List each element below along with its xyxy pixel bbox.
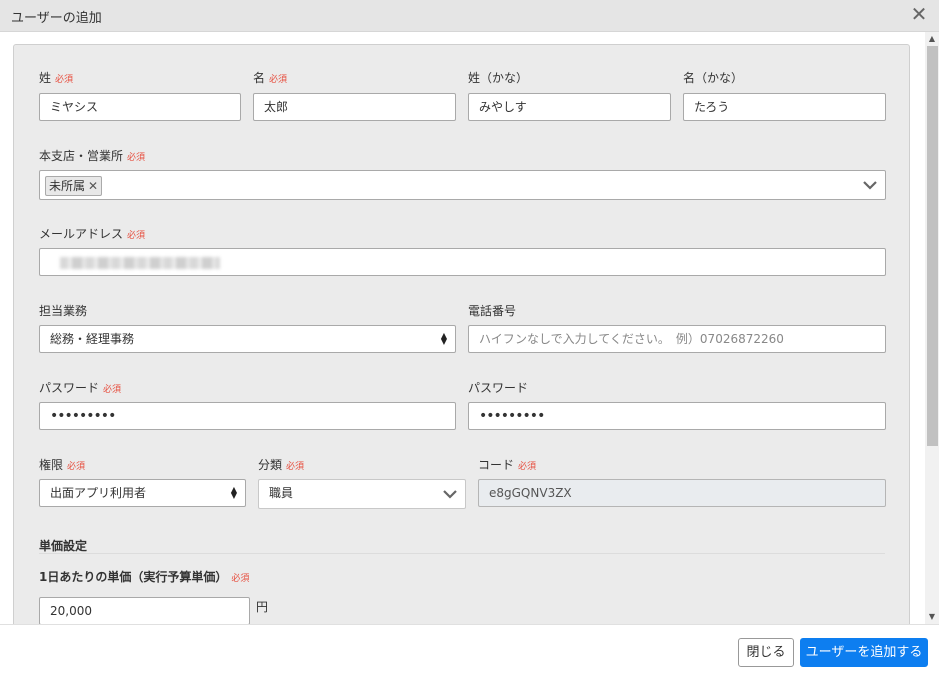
- last-name-kana-input[interactable]: みやしす: [468, 93, 671, 121]
- duty-value: 総務・経理事務: [50, 332, 135, 346]
- redacted-email: [60, 257, 220, 269]
- phone-input[interactable]: ハイフンなしで入力してください。 例）07026872260: [468, 325, 886, 353]
- password-confirm-input[interactable]: •••••••••: [468, 402, 886, 430]
- first-name-kana-input[interactable]: たろう: [683, 93, 886, 121]
- last-name-kana-label: 姓（かな）: [468, 71, 529, 85]
- dialog-title: ユーザーの追加: [11, 11, 102, 26]
- category-select[interactable]: 職員: [258, 479, 466, 509]
- password-input[interactable]: •••••••••: [39, 402, 456, 430]
- password-confirm-label: パスワード: [468, 381, 529, 395]
- branch-multiselect[interactable]: 未所属 ✕: [39, 170, 886, 200]
- scroll-up-icon[interactable]: ▲: [925, 33, 939, 45]
- updown-arrows-icon: ▲ ▼: [440, 331, 447, 346]
- section-divider: [39, 553, 885, 554]
- password-label: パスワード 必須: [39, 381, 122, 395]
- role-value: 出面アプリ利用者: [50, 486, 147, 500]
- daily-price-label: 1日あたりの単価（実行予算単価） 必須: [39, 570, 250, 584]
- last-name-input[interactable]: ミヤシス: [39, 93, 241, 121]
- email-input[interactable]: [39, 248, 886, 276]
- branch-tag: 未所属 ✕: [45, 176, 103, 196]
- code-label: コード 必須: [478, 458, 537, 472]
- category-value: 職員: [269, 486, 294, 500]
- add-user-button[interactable]: ユーザーを追加する: [800, 638, 928, 667]
- chevron-down-icon[interactable]: [861, 175, 879, 195]
- first-name-label: 名必須: [253, 71, 288, 85]
- yen-unit: 円: [256, 600, 269, 614]
- email-label: メールアドレス 必須: [39, 227, 146, 241]
- dialog-footer: 閉じる ユーザーを追加する: [0, 624, 939, 680]
- role-select[interactable]: 出面アプリ利用者 ▲ ▼: [39, 479, 246, 507]
- first-name-kana-label: 名（かな）: [683, 71, 744, 85]
- scroll-thumb[interactable]: [927, 46, 938, 446]
- dialog-body[interactable]: 姓必須 ミヤシス 名必須 太郎 姓（かな） みやしす 名（かな） たろう 本支店…: [0, 32, 939, 624]
- category-label: 分類 必須: [258, 458, 305, 472]
- vertical-scrollbar[interactable]: ▲ ▼: [925, 32, 939, 624]
- first-name-input[interactable]: 太郎: [253, 93, 456, 121]
- branch-label: 本支店・営業所 必須: [39, 149, 146, 163]
- duty-select[interactable]: 総務・経理事務 ▲ ▼: [39, 325, 456, 353]
- close-button[interactable]: 閉じる: [738, 638, 794, 667]
- phone-label: 電話番号: [468, 304, 517, 318]
- role-label: 権限 必須: [39, 458, 86, 472]
- unit-price-section-title: 単価設定: [39, 539, 88, 553]
- remove-tag-icon[interactable]: ✕: [88, 179, 98, 193]
- duty-label: 担当業務: [39, 304, 88, 318]
- last-name-label: 姓必須: [39, 71, 74, 85]
- dialog-header: ユーザーの追加 ✕: [0, 0, 939, 32]
- daily-price-input[interactable]: 20,000: [39, 597, 250, 624]
- chevron-down-icon: [443, 490, 457, 499]
- scroll-down-icon[interactable]: ▼: [925, 611, 939, 623]
- code-input: e8gGQNV3ZX: [478, 479, 886, 507]
- close-icon[interactable]: ✕: [909, 3, 929, 25]
- updown-arrows-icon: ▲ ▼: [230, 485, 237, 500]
